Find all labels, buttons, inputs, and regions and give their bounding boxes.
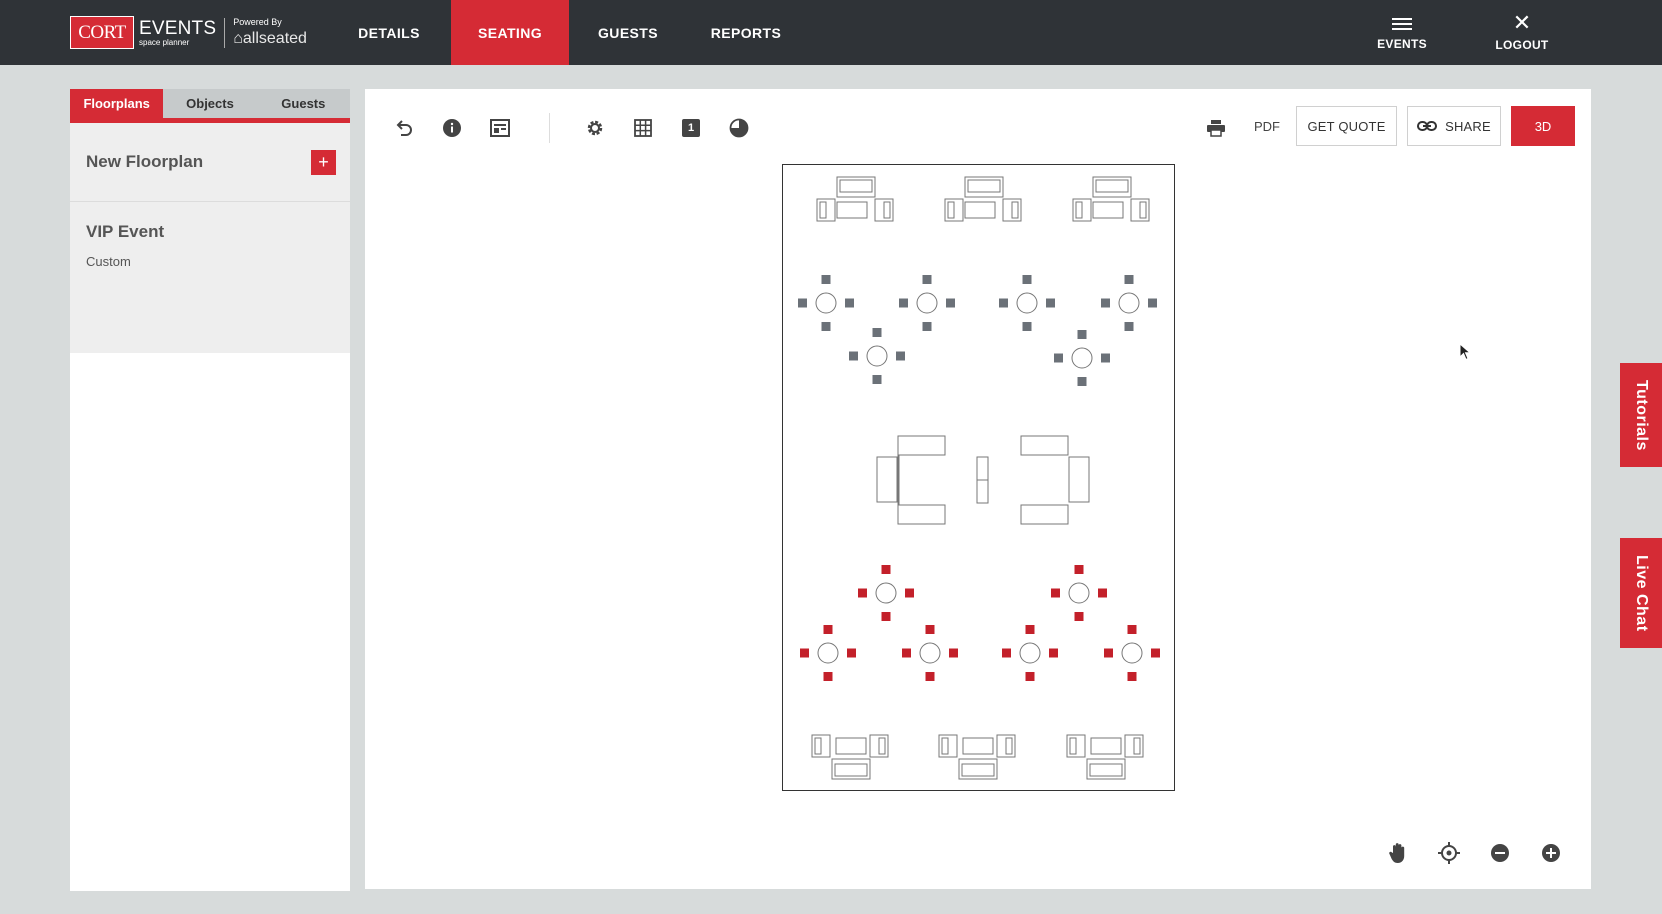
lounge-set[interactable] [811, 734, 889, 780]
events-menu-button[interactable]: EVENTS [1372, 0, 1432, 65]
round-table-assigned[interactable] [1103, 624, 1161, 682]
zoom-out-icon[interactable] [1487, 840, 1513, 866]
mouse-cursor-icon [1459, 342, 1472, 366]
events-menu-label: EVENTS [1377, 36, 1427, 51]
close-icon: ✕ [1512, 9, 1532, 35]
round-table[interactable] [998, 274, 1056, 332]
live-chat-label: Live Chat [1633, 554, 1650, 632]
left-panel: Floorplans Objects Guests New Floorplan … [70, 89, 350, 891]
add-floorplan-button[interactable]: + [311, 149, 336, 175]
floorplan-type: Custom [86, 254, 131, 269]
floorplan-canvas[interactable] [782, 164, 1175, 791]
lounge-set[interactable] [938, 734, 1016, 780]
lounge-set[interactable] [1072, 176, 1150, 222]
center-lounge[interactable] [876, 435, 1090, 525]
get-quote-button[interactable]: GET QUOTE [1296, 106, 1397, 146]
tab-floorplans[interactable]: Floorplans [70, 89, 164, 118]
round-table-assigned[interactable] [857, 564, 915, 622]
round-table-assigned[interactable] [1001, 624, 1059, 682]
layout-icon[interactable] [487, 115, 513, 141]
pie-icon[interactable] [726, 115, 752, 141]
round-table-assigned[interactable] [901, 624, 959, 682]
allseated-logo: ⌂allseated [233, 30, 307, 47]
nav-seating[interactable]: SEATING [451, 0, 569, 65]
nav-details[interactable]: DETAILS [338, 0, 440, 65]
new-floorplan-row: New Floorplan + [70, 123, 350, 202]
floorplan-item[interactable]: VIP Event Custom [70, 202, 350, 289]
tutorials-label: Tutorials [1633, 379, 1650, 451]
number-badge-icon[interactable]: 1 [678, 115, 704, 141]
canvas-area: 1 PDF GET QUOTE SHARE 3D [365, 89, 1591, 889]
logo-tagline: space planner [139, 37, 190, 47]
live-chat-tab[interactable]: Live Chat [1620, 538, 1662, 648]
print-icon[interactable] [1203, 115, 1229, 141]
floorplan-drawing [797, 176, 1161, 780]
new-floorplan-label: New Floorplan [86, 152, 204, 171]
round-table[interactable] [898, 274, 956, 332]
logout-button[interactable]: ✕ LOGOUT [1490, 0, 1554, 65]
round-table[interactable] [1053, 329, 1111, 387]
undo-icon[interactable] [391, 115, 417, 141]
logo-cort: CORT [70, 16, 134, 49]
round-table[interactable] [848, 327, 906, 385]
number-badge: 1 [682, 119, 700, 137]
nav-reports[interactable]: REPORTS [687, 0, 805, 65]
lounge-set[interactable] [1066, 734, 1144, 780]
powered-by-label: Powered By [233, 17, 282, 27]
round-table[interactable] [1100, 274, 1158, 332]
tab-objects[interactable]: Objects [163, 89, 256, 118]
3d-view-button[interactable]: 3D [1511, 106, 1575, 146]
floorplan-name: VIP Event [86, 222, 165, 241]
round-table-assigned[interactable] [1050, 564, 1108, 622]
floorplan-list: New Floorplan + VIP Event Custom [70, 123, 350, 353]
logo-divider [224, 17, 226, 48]
allseated-text: allseated [242, 30, 307, 47]
toolbar-divider [549, 113, 550, 143]
share-button[interactable]: SHARE [1407, 106, 1501, 146]
powered-by: Powered By ⌂allseated [233, 18, 307, 47]
logo-events: EVENTS space planner [139, 19, 216, 47]
top-bar: CORT EVENTS space planner Powered By ⌂al… [0, 0, 1662, 65]
pan-hand-icon[interactable] [1385, 840, 1411, 866]
logout-label: LOGOUT [1495, 37, 1549, 52]
nav-guests[interactable]: GUESTS [569, 0, 687, 65]
zoom-in-icon[interactable] [1538, 840, 1564, 866]
link-icon [1417, 121, 1438, 131]
round-table-assigned[interactable] [799, 624, 857, 682]
main-nav: DETAILS SEATING GUESTS REPORTS [338, 0, 805, 65]
lounge-set[interactable] [944, 176, 1022, 222]
center-target-icon[interactable] [1436, 840, 1462, 866]
pdf-button[interactable]: PDF [1254, 119, 1280, 134]
panel-tabs: Floorplans Objects Guests [70, 89, 350, 123]
lounge-set[interactable] [816, 176, 894, 222]
tab-guests[interactable]: Guests [257, 89, 350, 118]
logo-events-text: EVENTS [139, 17, 217, 39]
settings-icon[interactable] [582, 115, 608, 141]
info-icon[interactable] [439, 115, 465, 141]
share-label: SHARE [1445, 118, 1491, 134]
hamburger-icon [1392, 15, 1412, 33]
cort-events-logo[interactable]: CORT EVENTS space planner Powered By ⌂al… [70, 16, 307, 49]
grid-icon[interactable] [630, 115, 656, 141]
tutorials-tab[interactable]: Tutorials [1620, 363, 1662, 467]
round-table[interactable] [797, 274, 855, 332]
